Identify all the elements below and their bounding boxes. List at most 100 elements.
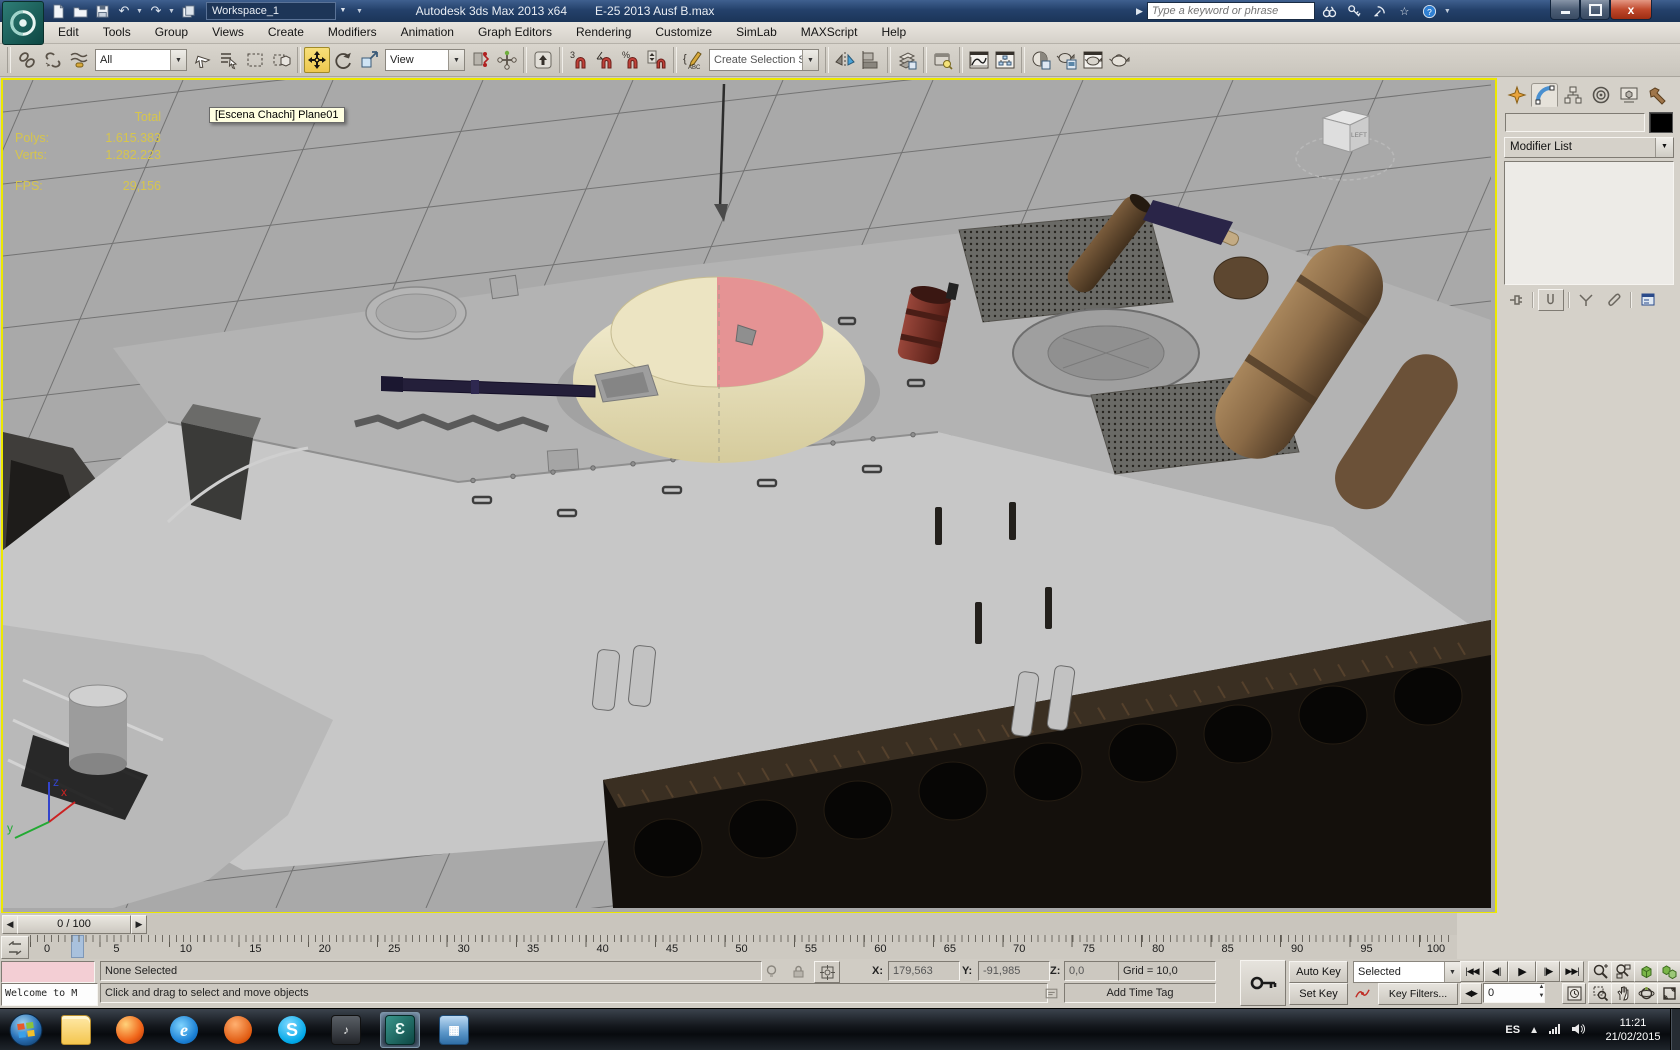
menu-item-create[interactable]: Create [256, 22, 316, 43]
make-unique-button[interactable] [1574, 290, 1598, 310]
object-name-field[interactable] [1505, 113, 1645, 132]
next-frame-button[interactable]: ||▶ [1536, 961, 1560, 982]
taskbar-clock[interactable]: 11:21 21/02/2015 [1594, 1016, 1672, 1044]
select-and-move-button[interactable] [304, 47, 330, 73]
selected-set-dropdown[interactable]: Selected ▼ [1353, 961, 1461, 983]
tab-create[interactable] [1503, 83, 1530, 107]
menu-item-group[interactable]: Group [143, 22, 200, 43]
menu-item-animation[interactable]: Animation [389, 22, 466, 43]
minimize-button[interactable] [1550, 0, 1580, 20]
zoom-button[interactable] [1588, 961, 1612, 982]
menu-item-tools[interactable]: Tools [91, 22, 143, 43]
configure-modifier-sets-button[interactable] [1636, 290, 1660, 310]
network-icon[interactable] [1548, 1023, 1562, 1038]
show-end-result-button[interactable] [1538, 289, 1564, 311]
communication-center-button[interactable] [1369, 2, 1390, 20]
taskbar-app-app-blue[interactable]: ▦ [434, 1012, 474, 1048]
favorites-button[interactable]: ☆ [1394, 2, 1415, 20]
default-in-out-tangents-button[interactable] [1350, 983, 1374, 1003]
isolate-selection-button[interactable] [760, 961, 782, 981]
search-button[interactable] [1319, 2, 1340, 20]
spinner-snap-toggle-button[interactable] [644, 47, 670, 73]
search-input[interactable] [1146, 2, 1315, 20]
align-button[interactable] [858, 47, 884, 73]
render-setup-button[interactable] [1054, 47, 1080, 73]
time-slider-handle[interactable]: 0 / 100 [17, 915, 131, 934]
menu-item-maxscript[interactable]: MAXScript [789, 22, 870, 43]
select-and-link-button[interactable] [14, 47, 40, 73]
application-menu-button[interactable] [2, 1, 44, 45]
maxscript-mini-listener-pink[interactable] [1, 961, 95, 983]
taskbar-app-skype[interactable]: S [272, 1012, 312, 1048]
add-time-tag[interactable]: Add Time Tag [1064, 983, 1216, 1003]
modifier-list-dropdown[interactable]: Modifier List ▼ [1504, 137, 1674, 158]
trackbar-ruler[interactable]: 0 5 10 15 20 25 30 35 40 45 50 55 60 65 70 75 80 85 90 95 10… [30, 935, 1450, 959]
perspective-viewport[interactable]: LEFT z x y Total Polys: 1.615.383 Verts: 1… [1, 78, 1497, 914]
select-and-scale-button[interactable] [356, 47, 382, 73]
maxscript-mini-listener-white[interactable]: Welcome to M [1, 983, 98, 1006]
menu-item-rendering[interactable]: Rendering [564, 22, 643, 43]
render-production-button[interactable] [1106, 47, 1132, 73]
key-mode-toggle-button[interactable]: ◀▶ [1460, 983, 1482, 1004]
menu-item-graph-editors[interactable]: Graph Editors [466, 22, 564, 43]
volume-icon[interactable] [1571, 1023, 1585, 1038]
bind-to-space-warp-button[interactable] [66, 47, 92, 73]
field-of-view-button[interactable] [1588, 983, 1612, 1004]
open-mini-curve-editor-button[interactable] [1, 936, 29, 959]
menu-item-modifiers[interactable]: Modifiers [316, 22, 389, 43]
use-pivot-point-center-button[interactable] [468, 47, 494, 73]
help-dropdown-caret[interactable]: ▼ [1444, 8, 1452, 15]
taskbar-app-firefox[interactable] [110, 1012, 150, 1048]
taskbar-app-explorer[interactable] [56, 1012, 96, 1048]
keyboard-shortcut-override-button[interactable] [530, 47, 556, 73]
key-filters-button[interactable]: Key Filters... [1378, 983, 1458, 1005]
reference-coordinate-system-dropdown[interactable]: View ▼ [385, 49, 465, 71]
close-button[interactable]: x [1610, 0, 1652, 20]
menu-item-help[interactable]: Help [869, 22, 918, 43]
remove-modifier-button[interactable] [1602, 290, 1626, 310]
schematic-view-button[interactable] [992, 47, 1018, 73]
show-desktop-button[interactable] [1670, 1009, 1680, 1050]
time-configuration-button[interactable] [1562, 983, 1586, 1004]
time-step-back-button[interactable]: ◀ [2, 915, 18, 934]
taskbar-app-app-orange[interactable] [218, 1012, 258, 1048]
tab-hierarchy[interactable] [1559, 83, 1586, 107]
tab-utilities[interactable] [1643, 83, 1670, 107]
select-by-name-button[interactable] [216, 47, 242, 73]
zoom-all-button[interactable] [1611, 961, 1635, 982]
menu-item-customize[interactable]: Customize [643, 22, 724, 43]
selection-filter-dropdown[interactable]: All ▼ [95, 49, 187, 71]
taskbar-app-media[interactable]: ♪ [326, 1012, 366, 1048]
set-key-button[interactable]: Set Key [1289, 983, 1348, 1005]
viewport-scene[interactable]: LEFT z x y Total Polys: 1.615.383 Verts: 1… [3, 80, 1495, 912]
pan-view-button[interactable] [1611, 983, 1635, 1004]
help-button[interactable]: ? [1419, 2, 1440, 20]
edit-named-selection-sets-button[interactable]: {ABC [680, 47, 706, 73]
frame-spinner[interactable]: ▲ ▼ [1536, 983, 1547, 1003]
go-to-end-button[interactable]: ▶▶| [1560, 961, 1584, 982]
language-indicator[interactable]: ES [1505, 1024, 1520, 1036]
window-crossing-toggle-button[interactable] [268, 47, 294, 73]
snap-toggle-3d-button[interactable]: 3 [566, 47, 592, 73]
play-animation-button[interactable]: ▶ [1508, 961, 1536, 982]
start-button[interactable] [8, 1012, 44, 1048]
maximize-viewport-toggle-button[interactable] [1657, 983, 1680, 1004]
show-hidden-icons-button[interactable]: ▲ [1529, 1025, 1539, 1036]
x-coordinate-field[interactable]: 179,563 [888, 961, 960, 981]
go-to-start-button[interactable]: |◀◀ [1460, 961, 1484, 982]
manage-layers-button[interactable] [894, 47, 920, 73]
angle-snap-toggle-button[interactable] [592, 47, 618, 73]
absolute-mode-toggle[interactable] [814, 961, 840, 983]
taskbar-app-max[interactable]: Ɛ [380, 1012, 420, 1048]
zoom-extents-button[interactable] [1634, 961, 1658, 982]
percent-snap-toggle-button[interactable]: % [618, 47, 644, 73]
select-object-button[interactable] [190, 47, 216, 73]
select-and-manipulate-button[interactable] [494, 47, 520, 73]
menu-item-views[interactable]: Views [200, 22, 256, 43]
taskbar-app-ie[interactable]: e [164, 1012, 204, 1048]
set-keys-button[interactable] [1240, 960, 1286, 1006]
material-editor-button[interactable] [1028, 47, 1054, 73]
select-and-rotate-button[interactable] [330, 47, 356, 73]
previous-frame-button[interactable]: ◀|| [1484, 961, 1508, 982]
y-coordinate-field[interactable]: -91,985 [978, 961, 1050, 981]
